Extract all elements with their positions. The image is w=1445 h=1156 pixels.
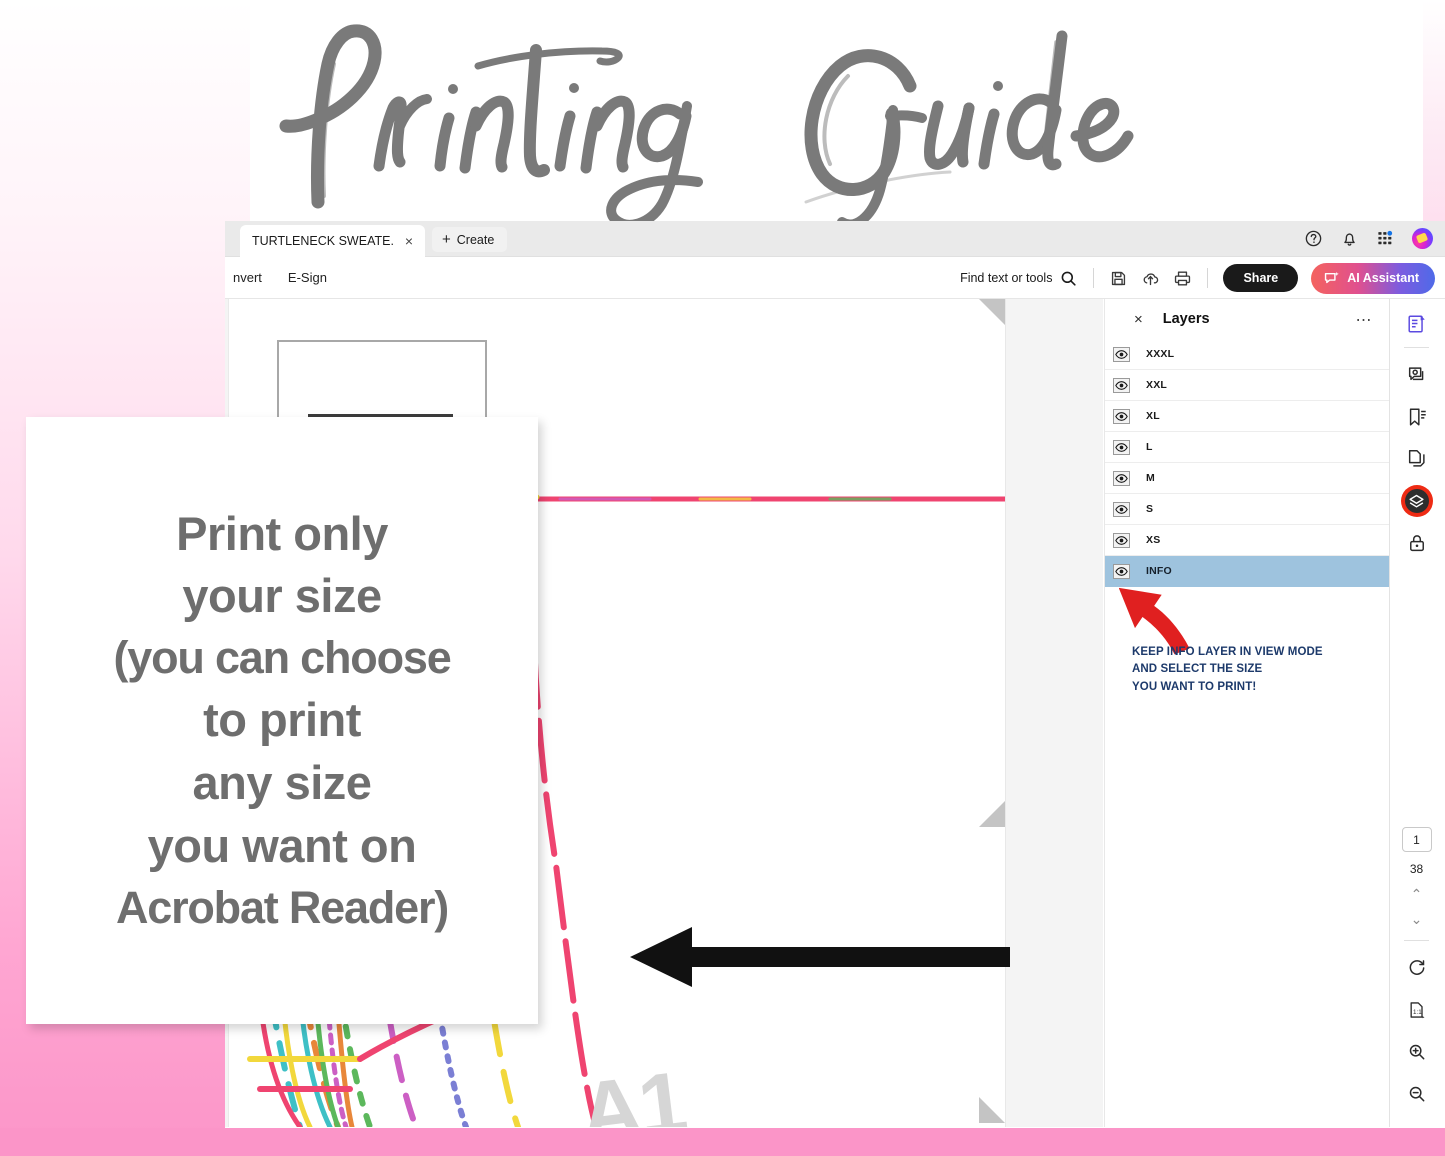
close-icon[interactable]: × [1134, 312, 1143, 327]
print-icon[interactable] [1173, 269, 1192, 288]
menu-item-convert[interactable]: nvert [233, 270, 262, 285]
rotate-icon[interactable] [1400, 951, 1434, 985]
current-page-input[interactable]: 1 [1401, 827, 1432, 852]
menu-items: nvert E-Sign [225, 270, 327, 285]
total-pages-label: 38 [1409, 862, 1424, 876]
layer-name-label: XL [1146, 410, 1160, 422]
callout-line-6: you want on [147, 818, 417, 872]
zoom-in-icon[interactable] [1400, 1035, 1434, 1069]
page-right-gap [1005, 299, 1103, 1127]
layer-name-label: XXL [1146, 379, 1168, 391]
layers-panel-title: Layers [1162, 311, 1210, 327]
fit-page-icon[interactable]: 1:1 [1400, 993, 1434, 1027]
eye-visibility-icon[interactable] [1113, 501, 1130, 517]
direction-arrow [630, 927, 1010, 987]
pink-band-bottom [0, 1128, 1445, 1156]
layers-instruction-note: KEEP INFO LAYER IN VIEW MODE AND SELECT … [1132, 644, 1323, 696]
layer-row-m[interactable]: M [1105, 463, 1389, 494]
right-tool-rail: 1 38 ⌃ ⌄ 1:1 [1390, 299, 1443, 1127]
comment-icon[interactable] [1400, 358, 1434, 392]
organize-pages-icon[interactable] [1400, 442, 1434, 476]
menu-item-esign[interactable]: E-Sign [288, 270, 327, 285]
help-icon[interactable] [1304, 229, 1323, 248]
eye-visibility-icon[interactable] [1113, 439, 1130, 455]
menu-right-tools: Find text or tools Share AI Assistant [960, 257, 1435, 299]
note-line-2: AND SELECT THE SIZE [1132, 663, 1263, 676]
previous-page-icon[interactable]: ⌃ [1411, 887, 1423, 901]
zoom-out-icon[interactable] [1400, 1077, 1434, 1111]
layer-name-label: S [1146, 503, 1154, 515]
poster-canvas: TURTLENECK SWEATE... × + Create nvert E-… [0, 0, 1445, 1156]
layer-row-xxxl[interactable]: XXXL [1105, 339, 1389, 370]
divider [1404, 940, 1429, 941]
layer-name-label: M [1146, 472, 1155, 484]
callout-line-3: (you can choose [113, 632, 451, 684]
find-placeholder: Find text or tools [960, 271, 1053, 285]
user-avatar[interactable] [1412, 228, 1433, 249]
layer-row-s[interactable]: S [1105, 494, 1389, 525]
layer-row-l[interactable]: L [1105, 432, 1389, 463]
note-line-1: KEEP INFO LAYER IN VIEW MODE [1132, 646, 1323, 658]
divider [1207, 268, 1209, 288]
next-page-icon[interactable]: ⌄ [1411, 912, 1423, 926]
layer-name-label: XXXL [1146, 348, 1175, 360]
ai-sparkle-icon [1325, 271, 1340, 283]
eye-visibility-icon[interactable] [1113, 470, 1130, 486]
page-size-mark: A1 [574, 1054, 690, 1127]
ai-assistant-button[interactable]: AI Assistant [1311, 262, 1435, 294]
printing-instruction-callout: Print only your size (you can choose to pri… [26, 417, 538, 1024]
document-tab[interactable]: TURTLENECK SWEATE... × [240, 225, 425, 257]
eye-visibility-icon[interactable] [1113, 532, 1130, 548]
menu-bar: nvert E-Sign Find text or tools Share AI… [225, 257, 1445, 299]
callout-line-4: to print [203, 693, 361, 747]
notifications-icon[interactable] [1340, 229, 1359, 248]
layers-panel-header: × Layers ⋯ [1105, 299, 1389, 339]
layers-icon[interactable] [1400, 484, 1434, 518]
titlebar-icons [1304, 228, 1433, 249]
layer-row-xxl[interactable]: XXL [1105, 370, 1389, 401]
note-line-3: YOU WANT TO PRINT! [1132, 680, 1257, 693]
search-icon [1062, 271, 1077, 286]
layer-name-label: XS [1146, 534, 1161, 546]
eye-visibility-icon[interactable] [1113, 408, 1130, 424]
divider [1404, 347, 1429, 348]
plus-icon: + [442, 231, 451, 248]
create-button[interactable]: + Create [432, 227, 508, 252]
protect-lock-icon[interactable] [1400, 526, 1434, 560]
eye-visibility-icon[interactable] [1113, 377, 1130, 393]
eye-visibility-icon[interactable] [1113, 346, 1130, 362]
page-title [250, 6, 1250, 221]
page-navigation: 1 38 ⌃ ⌄ 1:1 [1390, 827, 1443, 1111]
tab-strip: TURTLENECK SWEATE... × + Create [225, 221, 1445, 257]
close-icon[interactable]: × [401, 234, 417, 248]
callout-line-5: any size [192, 755, 372, 809]
cloud-upload-icon[interactable] [1141, 269, 1160, 288]
edit-pdf-icon[interactable] [1400, 307, 1434, 341]
callout-line-2: your size [182, 569, 382, 623]
ai-assistant-label: AI Assistant [1347, 271, 1419, 285]
callout-line-7: Acrobat Reader) [115, 881, 449, 933]
bookmark-icon[interactable] [1400, 400, 1434, 434]
layer-row-xl[interactable]: XL [1105, 401, 1389, 432]
more-options-icon[interactable]: ⋯ [1356, 310, 1374, 330]
create-label: Create [456, 232, 495, 247]
tab-title: TURTLENECK SWEATE... [252, 234, 395, 248]
layer-row-xs[interactable]: XS [1105, 525, 1389, 556]
save-icon[interactable] [1109, 269, 1128, 288]
share-button[interactable]: Share [1223, 264, 1299, 292]
layer-name-label: L [1146, 441, 1153, 453]
find-tools-field[interactable]: Find text or tools [960, 269, 1078, 288]
svg-text:1:1: 1:1 [1413, 1009, 1422, 1016]
divider [1093, 268, 1095, 288]
layers-panel: × Layers ⋯ XXXL XXL XL L M S XS INFO KEEP INFO … [1105, 299, 1390, 1127]
callout-line-1: Print only [176, 506, 388, 560]
layer-list: XXXL XXL XL L M S XS INFO [1105, 339, 1389, 587]
apps-grid-icon[interactable] [1376, 229, 1395, 248]
